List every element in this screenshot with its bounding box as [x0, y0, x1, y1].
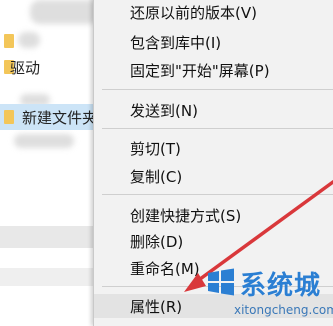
menu-separator [102, 128, 333, 129]
menu-item-label: 还原以前的版本(V) [130, 3, 257, 22]
menu-item-label: 复制(C) [130, 167, 183, 186]
folder-icon [4, 34, 14, 48]
menu-item-include-in-library[interactable]: 包含到库中(I) [94, 30, 333, 54]
menu-item-label: 重命名(M) [130, 259, 200, 278]
menu-item-send-to[interactable]: 发送到(N) [94, 98, 333, 122]
blurred-row [0, 268, 96, 286]
menu-item-copy[interactable]: 复制(C) [94, 164, 333, 188]
menu-item-pin-to-start[interactable]: 固定到"开始"屏幕(P) [94, 58, 333, 82]
watermark-brand: 系统城 [240, 271, 322, 301]
menu-item-restore-versions[interactable]: 还原以前的版本(V) [94, 0, 333, 24]
menu-item-cut[interactable]: 剪切(T) [94, 136, 333, 160]
menu-item-label: 创建快捷方式(S) [130, 206, 242, 225]
blurred-region [14, 134, 74, 148]
nav-item-label: 新建文件夹 [22, 108, 98, 127]
windows-logo-icon [208, 268, 234, 296]
menu-item-label: 删除(D) [130, 232, 184, 251]
menu-item-label: 包含到库中(I) [130, 33, 222, 52]
menu-separator [102, 89, 333, 90]
menu-item-label: 剪切(T) [130, 139, 181, 158]
blurred-row [0, 226, 96, 248]
menu-item-label: 属性(R) [130, 297, 183, 316]
menu-item-label: 固定到"开始"屏幕(P) [130, 61, 270, 80]
watermark-site: xitongcheng.com [234, 303, 333, 317]
folder-icon [4, 110, 14, 124]
menu-separator [102, 194, 333, 195]
watermark: 系统城 xitongcheng.com [196, 263, 333, 323]
menu-item-label: 发送到(N) [130, 101, 198, 120]
nav-item-label: 驱动 [10, 58, 41, 77]
menu-item-delete[interactable]: 删除(D) [94, 229, 333, 253]
blurred-region [30, 0, 100, 24]
menu-item-create-shortcut[interactable]: 创建快捷方式(S) [94, 203, 333, 227]
